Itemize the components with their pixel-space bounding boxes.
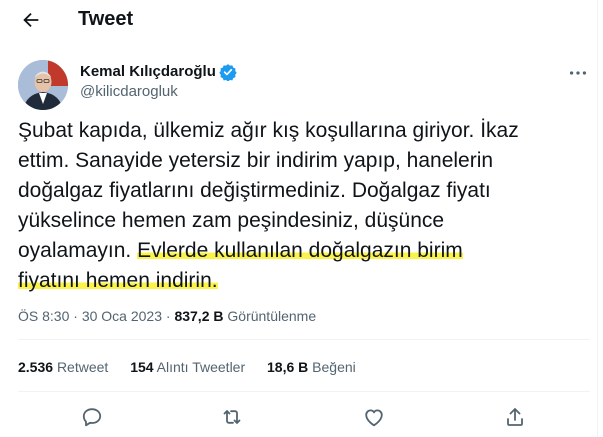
quotes-count: 154 <box>130 359 154 375</box>
page-title: Tweet <box>78 8 134 30</box>
tweet-text: Şubat kapıda, ülkemiz ağır kış koşulları… <box>18 116 588 296</box>
quotes-stat[interactable]: 154 Alıntı Tweetler <box>130 357 245 377</box>
views-label: Görüntülenme <box>227 308 317 324</box>
action-bar <box>0 405 597 431</box>
views-count: 837,2 B <box>174 308 224 324</box>
tweet-meta: ÖS 8:30 · 30 Oca 2023 · 837,2 B Görüntül… <box>18 306 316 326</box>
tweet-line: yükselince hemen zam peşindesiniz, düşün… <box>18 209 445 232</box>
quotes-label: Alıntı Tweetler <box>156 359 246 375</box>
tweet-page: Tweet Kemal Kılıçdaroğlu @kilicdarogluk … <box>0 0 598 437</box>
retweet-icon[interactable] <box>220 405 244 429</box>
retweets-stat[interactable]: 2.536 Retweet <box>18 357 108 377</box>
divider <box>18 339 590 340</box>
tweet-time[interactable]: ÖS 8:30 <box>18 308 69 324</box>
more-icon[interactable] <box>567 62 589 84</box>
author-name[interactable]: Kemal Kılıçdaroğlu <box>80 62 216 82</box>
avatar[interactable] <box>18 60 68 110</box>
share-icon[interactable] <box>503 405 527 429</box>
highlighted-text: Evlerde kullanılan doğalgazın birim <box>137 239 463 262</box>
avatar-photo <box>18 60 68 110</box>
tweet-line: oyalamayın. Evlerde kullanılan doğalgazı… <box>18 236 588 266</box>
reply-icon[interactable] <box>80 405 104 429</box>
tweet-line: Şubat kapıda, ülkemiz ağır kış koşulları… <box>18 119 519 142</box>
meta-separator: · <box>165 308 171 324</box>
verified-badge-icon <box>219 64 237 81</box>
tweet-line: doğalgaz fiyatlarını değiştirmediniz. Do… <box>18 179 491 202</box>
back-arrow-icon[interactable] <box>20 9 42 31</box>
tweet-line-text: oyalamayın. <box>18 239 138 262</box>
author-handle[interactable]: @kilicdarogluk <box>80 82 178 102</box>
likes-count: 18,6 B <box>267 359 309 375</box>
retweets-count: 2.536 <box>18 359 54 375</box>
header: Tweet <box>0 0 597 40</box>
divider <box>18 391 590 392</box>
likes-label: Beğeni <box>312 359 356 375</box>
tweet-stats: 2.536 Retweet 154 Alıntı Tweetler 18,6 B… <box>18 357 374 377</box>
tweet-date[interactable]: 30 Oca 2023 <box>82 308 162 324</box>
like-icon[interactable] <box>362 405 386 429</box>
retweets-label: Retweet <box>56 359 109 375</box>
highlighted-text: fiyatını hemen indirin. <box>18 269 218 292</box>
tweet-line: fiyatını hemen indirin. <box>18 266 588 296</box>
meta-separator: · <box>73 308 78 324</box>
likes-stat[interactable]: 18,6 B Beğeni <box>267 357 356 377</box>
tweet-line: ettim. Sanayide yetersiz bir indirim yap… <box>18 149 494 172</box>
